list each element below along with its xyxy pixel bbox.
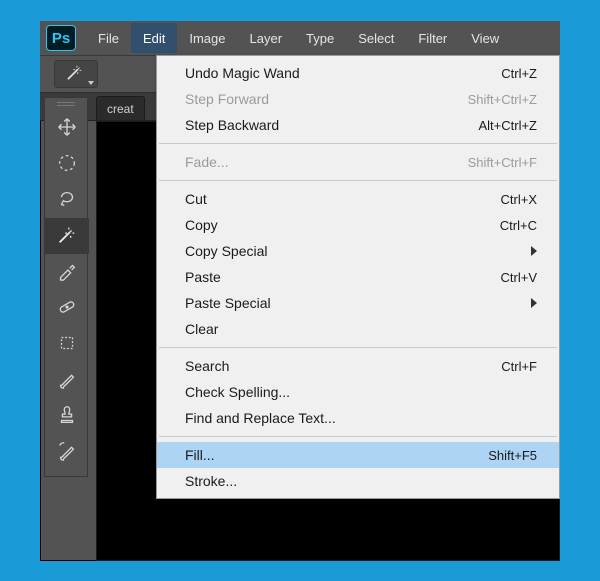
menu-item-label: Search bbox=[185, 358, 229, 374]
menu-item-shortcut: Ctrl+C bbox=[500, 218, 537, 233]
menu-item-label: Undo Magic Wand bbox=[185, 65, 300, 81]
menu-item-label: Copy Special bbox=[185, 243, 268, 259]
menu-fill[interactable]: Fill... Shift+F5 bbox=[157, 442, 559, 468]
menu-select[interactable]: Select bbox=[346, 23, 406, 53]
chevron-down-icon bbox=[88, 81, 94, 85]
menu-item-label: Step Backward bbox=[185, 117, 279, 133]
menu-separator bbox=[159, 347, 557, 348]
menu-item-label: Find and Replace Text... bbox=[185, 410, 336, 426]
menu-search[interactable]: Search Ctrl+F bbox=[157, 353, 559, 379]
menu-item-label: Stroke... bbox=[185, 473, 237, 489]
menu-fade: Fade... Shift+Ctrl+F bbox=[157, 149, 559, 175]
history-brush-icon bbox=[56, 440, 78, 465]
menu-item-label: Paste bbox=[185, 269, 221, 285]
bandage-icon bbox=[56, 296, 78, 321]
menu-item-shortcut: Ctrl+V bbox=[501, 270, 537, 285]
menu-paste[interactable]: Paste Ctrl+V bbox=[157, 264, 559, 290]
menu-copy[interactable]: Copy Ctrl+C bbox=[157, 212, 559, 238]
menu-view[interactable]: View bbox=[459, 23, 511, 53]
marquee-tool[interactable] bbox=[45, 146, 89, 182]
submenu-arrow-icon bbox=[531, 298, 537, 308]
menu-item-shortcut: Alt+Ctrl+Z bbox=[478, 118, 537, 133]
menu-filter[interactable]: Filter bbox=[406, 23, 459, 53]
tools-panel bbox=[44, 97, 88, 477]
eyedropper-icon bbox=[56, 260, 78, 285]
move-tool[interactable] bbox=[45, 110, 89, 146]
healing-brush-tool[interactable] bbox=[45, 290, 89, 326]
move-icon bbox=[56, 116, 78, 141]
menu-step-forward: Step Forward Shift+Ctrl+Z bbox=[157, 86, 559, 112]
menu-layer[interactable]: Layer bbox=[238, 23, 295, 53]
history-brush-tool[interactable] bbox=[45, 434, 89, 470]
menu-item-shortcut: Ctrl+F bbox=[501, 359, 537, 374]
menu-separator bbox=[159, 143, 557, 144]
menu-item-shortcut: Shift+Ctrl+F bbox=[468, 155, 537, 170]
eyedropper-tool[interactable] bbox=[45, 254, 89, 290]
document-tab[interactable]: creat bbox=[96, 96, 145, 120]
app-logo: Ps bbox=[46, 25, 76, 51]
brush-icon bbox=[56, 368, 78, 393]
menu-item-label: Paste Special bbox=[185, 295, 271, 311]
menu-item-shortcut: Ctrl+Z bbox=[501, 66, 537, 81]
edit-menu-dropdown: Undo Magic Wand Ctrl+Z Step Forward Shif… bbox=[156, 55, 560, 499]
menu-undo[interactable]: Undo Magic Wand Ctrl+Z bbox=[157, 60, 559, 86]
crop-tool[interactable] bbox=[45, 326, 89, 362]
magic-wand-tool[interactable] bbox=[45, 218, 89, 254]
panel-grip[interactable] bbox=[45, 98, 87, 110]
menu-separator bbox=[159, 180, 557, 181]
marquee-icon bbox=[56, 152, 78, 177]
menubar: Ps File Edit Image Layer Type Select Fil… bbox=[40, 21, 560, 55]
stamp-tool[interactable] bbox=[45, 398, 89, 434]
menu-type[interactable]: Type bbox=[294, 23, 346, 53]
lasso-tool[interactable] bbox=[45, 182, 89, 218]
menu-clear[interactable]: Clear bbox=[157, 316, 559, 342]
menu-item-label: Check Spelling... bbox=[185, 384, 290, 400]
brush-tool[interactable] bbox=[45, 362, 89, 398]
magic-wand-icon bbox=[65, 64, 87, 85]
menu-copy-special[interactable]: Copy Special bbox=[157, 238, 559, 264]
menu-item-shortcut: Shift+F5 bbox=[488, 448, 537, 463]
menu-check-spelling[interactable]: Check Spelling... bbox=[157, 379, 559, 405]
menu-edit[interactable]: Edit bbox=[131, 23, 177, 53]
menu-cut[interactable]: Cut Ctrl+X bbox=[157, 186, 559, 212]
menu-item-shortcut: Shift+Ctrl+Z bbox=[468, 92, 537, 107]
menu-separator bbox=[159, 436, 557, 437]
menu-find-replace-text[interactable]: Find and Replace Text... bbox=[157, 405, 559, 431]
magic-wand-icon bbox=[56, 224, 78, 249]
submenu-arrow-icon bbox=[531, 246, 537, 256]
app-window: Ps File Edit Image Layer Type Select Fil… bbox=[40, 21, 560, 561]
menu-file[interactable]: File bbox=[86, 23, 131, 53]
menu-item-label: Step Forward bbox=[185, 91, 269, 107]
menu-item-label: Fill... bbox=[185, 447, 215, 463]
menu-item-shortcut: Ctrl+X bbox=[501, 192, 537, 207]
crop-icon bbox=[56, 332, 78, 357]
menu-item-label: Fade... bbox=[185, 154, 229, 170]
menu-step-backward[interactable]: Step Backward Alt+Ctrl+Z bbox=[157, 112, 559, 138]
menu-stroke[interactable]: Stroke... bbox=[157, 468, 559, 494]
menu-item-label: Clear bbox=[185, 321, 218, 337]
menu-paste-special[interactable]: Paste Special bbox=[157, 290, 559, 316]
menu-image[interactable]: Image bbox=[177, 23, 237, 53]
stamp-icon bbox=[56, 404, 78, 429]
active-tool-preset[interactable] bbox=[54, 60, 98, 88]
lasso-icon bbox=[56, 188, 78, 213]
menu-item-label: Copy bbox=[185, 217, 218, 233]
menu-item-label: Cut bbox=[185, 191, 207, 207]
